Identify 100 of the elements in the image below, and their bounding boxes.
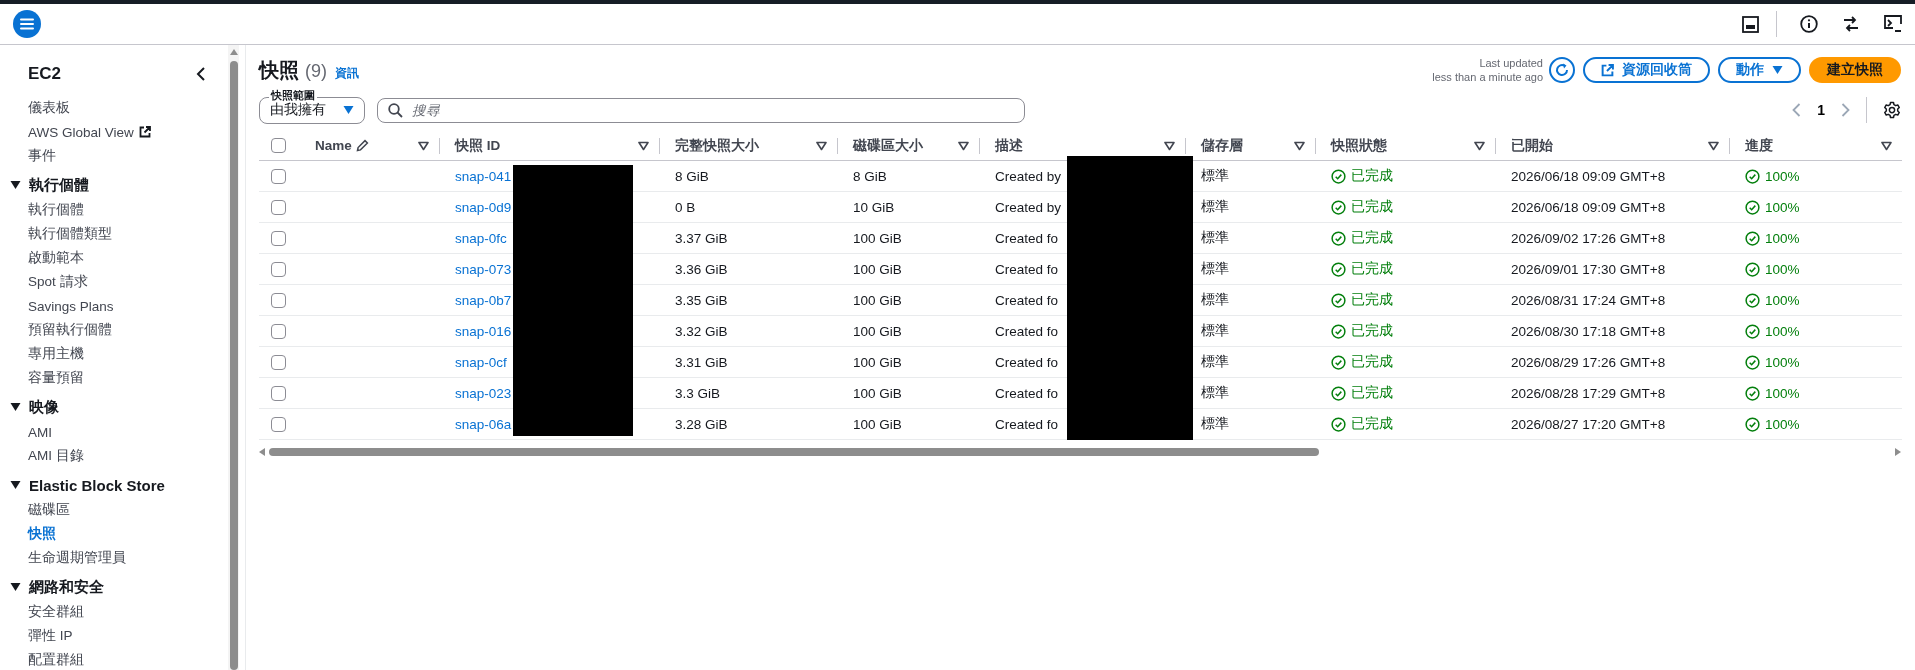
- row-checkbox[interactable]: [271, 261, 286, 277]
- select-all-checkbox[interactable]: [271, 138, 286, 153]
- sidebar-item[interactable]: AMI 目錄: [0, 444, 228, 468]
- sort-icon[interactable]: [1294, 140, 1305, 151]
- arrows-swap-icon: [1842, 15, 1860, 33]
- terminal-button[interactable]: [1883, 14, 1903, 34]
- snapshot-id-link[interactable]: snap-0fc: [455, 230, 507, 246]
- previous-page-icon[interactable]: [1792, 103, 1802, 117]
- status-text: 已完成: [1351, 167, 1393, 185]
- sidebar-item[interactable]: 儀表板: [0, 96, 228, 120]
- recycle-bin-button[interactable]: 資源回收筒: [1583, 57, 1710, 83]
- sort-icon[interactable]: [1881, 140, 1892, 151]
- snapshot-id-link[interactable]: snap-073: [455, 261, 512, 277]
- sort-icon[interactable]: [1474, 140, 1485, 151]
- row-checkbox[interactable]: [271, 323, 286, 339]
- actions-button[interactable]: 動作: [1718, 57, 1801, 83]
- table-cell: 10 GiB: [853, 199, 895, 215]
- table-cell: Created fo: [995, 323, 1059, 339]
- check-circle-icon: [1745, 292, 1760, 308]
- table-cell: 3.36 GiB: [675, 261, 728, 277]
- scroll-right-icon: [1895, 448, 1901, 456]
- next-page-icon[interactable]: [1841, 103, 1850, 117]
- table-cell: 標準: [1201, 167, 1229, 185]
- collapse-chevron-icon[interactable]: [196, 67, 206, 81]
- sort-icon[interactable]: [958, 140, 969, 151]
- table-cell: 2026/09/02 17:26 GMT+8: [1511, 230, 1666, 246]
- sidebar-item[interactable]: 執行個體類型: [0, 222, 228, 246]
- column-header[interactable]: Name: [315, 138, 352, 153]
- sidebar-item[interactable]: 啟動範本: [0, 246, 228, 270]
- horizontal-scrollbar[interactable]: [259, 446, 1901, 458]
- table-cell: 2026/06/18 09:09 GMT+8: [1511, 199, 1666, 215]
- snapshot-id-link[interactable]: snap-0cf: [455, 354, 507, 370]
- snapshot-id-link[interactable]: snap-0b7: [455, 292, 512, 308]
- info-link[interactable]: 資訊: [335, 65, 359, 81]
- sidebar-item[interactable]: 安全群組: [0, 600, 228, 624]
- sidebar-item[interactable]: 生命週期管理員: [0, 546, 228, 570]
- column-header[interactable]: 儲存層: [1201, 136, 1243, 155]
- snapshot-id-link[interactable]: snap-0d9: [455, 199, 512, 215]
- table-cell: 2026/08/27 17:20 GMT+8: [1511, 416, 1666, 432]
- snapshot-id-link[interactable]: snap-041: [455, 168, 512, 184]
- create-snapshot-button[interactable]: 建立快照: [1809, 57, 1901, 83]
- workflow-button[interactable]: [1841, 14, 1861, 34]
- sidebar-item[interactable]: 磁碟區: [0, 498, 228, 522]
- search-field[interactable]: 搜尋: [377, 97, 1025, 123]
- column-header[interactable]: 進度: [1745, 136, 1773, 155]
- sidebar-item[interactable]: 事件: [0, 144, 228, 168]
- sidebar-item[interactable]: Spot 請求: [0, 270, 228, 294]
- caret-icon: [1772, 65, 1783, 75]
- settings-icon[interactable]: [1883, 101, 1901, 119]
- panel-button[interactable]: [1740, 14, 1760, 34]
- snapshot-id-link[interactable]: snap-016: [455, 323, 512, 339]
- search-icon: [388, 102, 403, 118]
- sort-icon[interactable]: [1164, 140, 1175, 151]
- snapshot-id-link[interactable]: snap-023: [455, 385, 512, 401]
- row-checkbox[interactable]: [271, 354, 286, 370]
- table-cell: 標準: [1201, 415, 1229, 433]
- column-header[interactable]: 已開始: [1511, 136, 1553, 155]
- table-cell: 100 GiB: [853, 385, 902, 401]
- column-header[interactable]: 磁碟區大小: [853, 136, 923, 155]
- sort-icon[interactable]: [638, 140, 649, 151]
- sidebar-section-header[interactable]: Elastic Block Store: [0, 472, 165, 498]
- table-cell: 標準: [1201, 384, 1229, 402]
- sort-icon[interactable]: [816, 140, 827, 151]
- sidebar-item[interactable]: 專用主機: [0, 342, 228, 366]
- scroll-left-icon: [259, 448, 265, 456]
- sidebar-section-header[interactable]: 網路和安全: [0, 574, 104, 600]
- sort-icon[interactable]: [1708, 140, 1719, 151]
- row-checkbox[interactable]: [271, 199, 286, 215]
- page-number[interactable]: 1: [1817, 102, 1825, 118]
- progress-text: 100%: [1765, 168, 1800, 184]
- column-header[interactable]: 完整快照大小: [675, 136, 759, 155]
- sidebar-item[interactable]: AWS Global View: [0, 120, 228, 144]
- column-header[interactable]: 快照 ID: [455, 136, 501, 155]
- sidebar-item[interactable]: AMI: [0, 420, 228, 444]
- sort-icon[interactable]: [418, 140, 429, 151]
- row-checkbox[interactable]: [271, 385, 286, 401]
- sidebar-item[interactable]: 配置群組: [0, 648, 228, 670]
- scrollbar[interactable]: [228, 45, 239, 670]
- sidebar-section-header[interactable]: 執行個體: [0, 172, 89, 198]
- info-button[interactable]: [1799, 14, 1819, 34]
- menu-button[interactable]: [13, 10, 41, 38]
- sidebar-item[interactable]: Savings Plans: [0, 294, 228, 318]
- column-header[interactable]: 描述: [995, 136, 1023, 155]
- sidebar-section-header[interactable]: 映像: [0, 394, 59, 420]
- sidebar-item[interactable]: 快照: [0, 522, 228, 546]
- check-circle-icon: [1745, 385, 1760, 401]
- row-checkbox[interactable]: [271, 230, 286, 246]
- scroll-up-icon: [229, 49, 238, 55]
- status-text: 已完成: [1351, 415, 1393, 433]
- table-cell: 100 GiB: [853, 292, 902, 308]
- refresh-button[interactable]: [1549, 57, 1575, 83]
- snapshot-id-link[interactable]: snap-06a: [455, 416, 512, 432]
- sidebar-item[interactable]: 執行個體: [0, 198, 228, 222]
- row-checkbox[interactable]: [271, 292, 286, 308]
- column-header[interactable]: 快照狀態: [1331, 136, 1387, 155]
- sidebar-item[interactable]: 容量預留: [0, 366, 228, 390]
- sidebar-item[interactable]: 彈性 IP: [0, 624, 228, 648]
- sidebar-item[interactable]: 預留執行個體: [0, 318, 228, 342]
- row-checkbox[interactable]: [271, 416, 286, 432]
- row-checkbox[interactable]: [271, 168, 286, 184]
